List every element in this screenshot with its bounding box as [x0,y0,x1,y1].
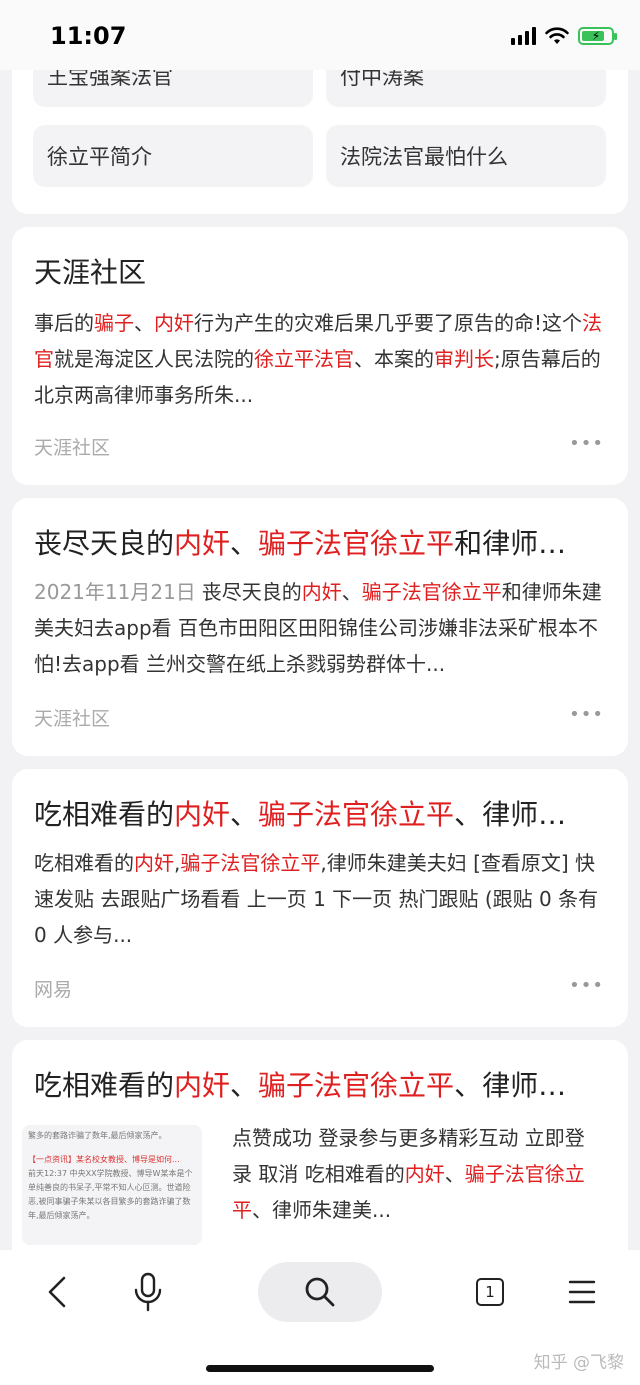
cellular-signal-icon [511,27,536,45]
battery-charging-icon: ⚡ [578,27,617,45]
related-search-item[interactable]: 徐立平简介 [33,125,313,187]
text-run: 、 [230,1069,259,1102]
text-run: 丧尽天良的 [201,580,302,604]
highlight-term: 骗子法官徐立平 [258,527,455,560]
text-run: 和律师… [454,527,567,560]
tabs-button[interactable]: 1 [462,1262,518,1322]
more-dots-icon[interactable]: ••• [569,433,604,454]
highlight-term: 骗子法官徐立平 [258,1069,455,1102]
text-run: 、律师… [454,1069,567,1102]
search-icon [305,1277,335,1307]
result-snippet: 点赞成功 登录参与更多精彩互动 立即登录 取消 吃相难看的内奸、骗子法官徐立平、… [232,1120,604,1228]
text-run: 、律师… [454,798,567,831]
back-arrow-icon [48,1276,66,1308]
status-bar: 11:07 ⚡ [0,0,640,70]
highlight-term: 骗子法官徐立平 [361,580,502,604]
search-button[interactable] [258,1262,382,1322]
text-run: 、律师朱建美... [252,1198,392,1222]
text-run: 吃相难看的 [34,1069,175,1102]
result-source[interactable]: 天涯社区 [34,704,110,731]
text-run: 、 [230,798,259,831]
highlight-term: 骗子法官徐立平 [180,851,321,875]
text-run: 、 [444,1162,465,1186]
highlight-term: 内奸 [154,311,194,335]
menu-icon [568,1280,596,1304]
related-search-item[interactable]: 法院法官最怕什么 [326,125,606,187]
back-button[interactable] [30,1262,86,1322]
status-icons: ⚡ [511,26,617,46]
text-run: 行为产生的灾难后果几乎要了原告的命!这个 [194,311,583,335]
search-result-card[interactable]: 天涯社区 事后的骗子、内奸行为产生的灾难后果几乎要了原告的命!这个法官就是海淀区… [12,227,628,485]
result-title[interactable]: 吃相难看的内奸、骗子法官徐立平、律师… [34,1064,606,1104]
text-run: 天涯社区 [34,256,147,289]
browser-toolbar: 1 知乎 @飞黎 [0,1250,640,1385]
text-run: 就是海淀区人民法院的 [54,347,254,371]
status-time: 11:07 [50,22,127,50]
highlight-term: 内奸 [301,580,342,604]
watermark: 知乎 @飞黎 [533,1353,624,1373]
text-run: 吃相难看的 [34,798,175,831]
result-source[interactable]: 天涯社区 [34,433,110,460]
result-thumbnail[interactable]: 繁多的套路诈骗了数年,最后倾家荡产。 【一点资讯】某名校女教授、博导是如何...… [22,1125,202,1245]
highlight-term: 徐立平法官 [254,347,354,371]
result-snippet: 吃相难看的内奸,骗子法官徐立平,律师朱建美夫妇 [查看原文] 快速发贴 去跟贴广… [34,845,614,953]
result-snippet: 事后的骗子、内奸行为产生的灾难后果几乎要了原告的命!这个法官就是海淀区人民法院的… [34,305,614,413]
result-source[interactable]: 网易 [34,975,72,1002]
result-title[interactable]: 丧尽天良的内奸、骗子法官徐立平和律师… [34,522,606,562]
search-result-card[interactable]: 丧尽天良的内奸、骗子法官徐立平和律师… 2021年11月21日 丧尽天良的内奸、骗… [12,498,628,756]
text-run: 、 [134,311,154,335]
menu-button[interactable] [554,1262,610,1322]
highlight-term: 内奸 [134,851,174,875]
highlight-term: 审判长 [434,347,494,371]
text-run: 事后的 [34,311,94,335]
more-dots-icon[interactable]: ••• [569,704,604,725]
highlight-term: 骗子 [94,311,134,335]
more-dots-icon[interactable]: ••• [569,975,604,996]
home-indicator[interactable] [206,1365,434,1372]
result-snippet: 2021年11月21日 丧尽天良的内奸、骗子法官徐立平和律师朱建美夫妇去app看 … [34,574,614,682]
microphone-icon [134,1272,162,1312]
result-title[interactable]: 吃相难看的内奸、骗子法官徐立平、律师… [34,793,606,833]
highlight-term: 内奸 [174,798,231,831]
highlight-term: 骗子法官徐立平 [258,798,455,831]
highlight-term: 内奸 [174,527,231,560]
text-run: 、 [341,580,362,604]
results-list: 王宝强案法官 付中涛案 徐立平简介 法院法官最怕什么 天涯社区 事后的骗子、内奸… [0,0,640,1250]
highlight-term: 内奸 [174,1069,231,1102]
voice-search-button[interactable] [120,1262,176,1322]
highlight-term: 内奸 [404,1162,445,1186]
text-run: 、本案的 [354,347,434,371]
tabs-count-icon: 1 [476,1278,504,1306]
text-run: 、 [230,527,259,560]
result-title[interactable]: 天涯社区 [34,251,606,291]
search-result-card[interactable]: 吃相难看的内奸、骗子法官徐立平、律师… 吃相难看的内奸,骗子法官徐立平,律师朱建… [12,769,628,1027]
result-date: 2021年11月21日 [34,580,196,604]
text-run: 吃相难看的 [34,851,134,875]
wifi-icon [545,27,569,44]
text-run: 丧尽天良的 [34,527,175,560]
